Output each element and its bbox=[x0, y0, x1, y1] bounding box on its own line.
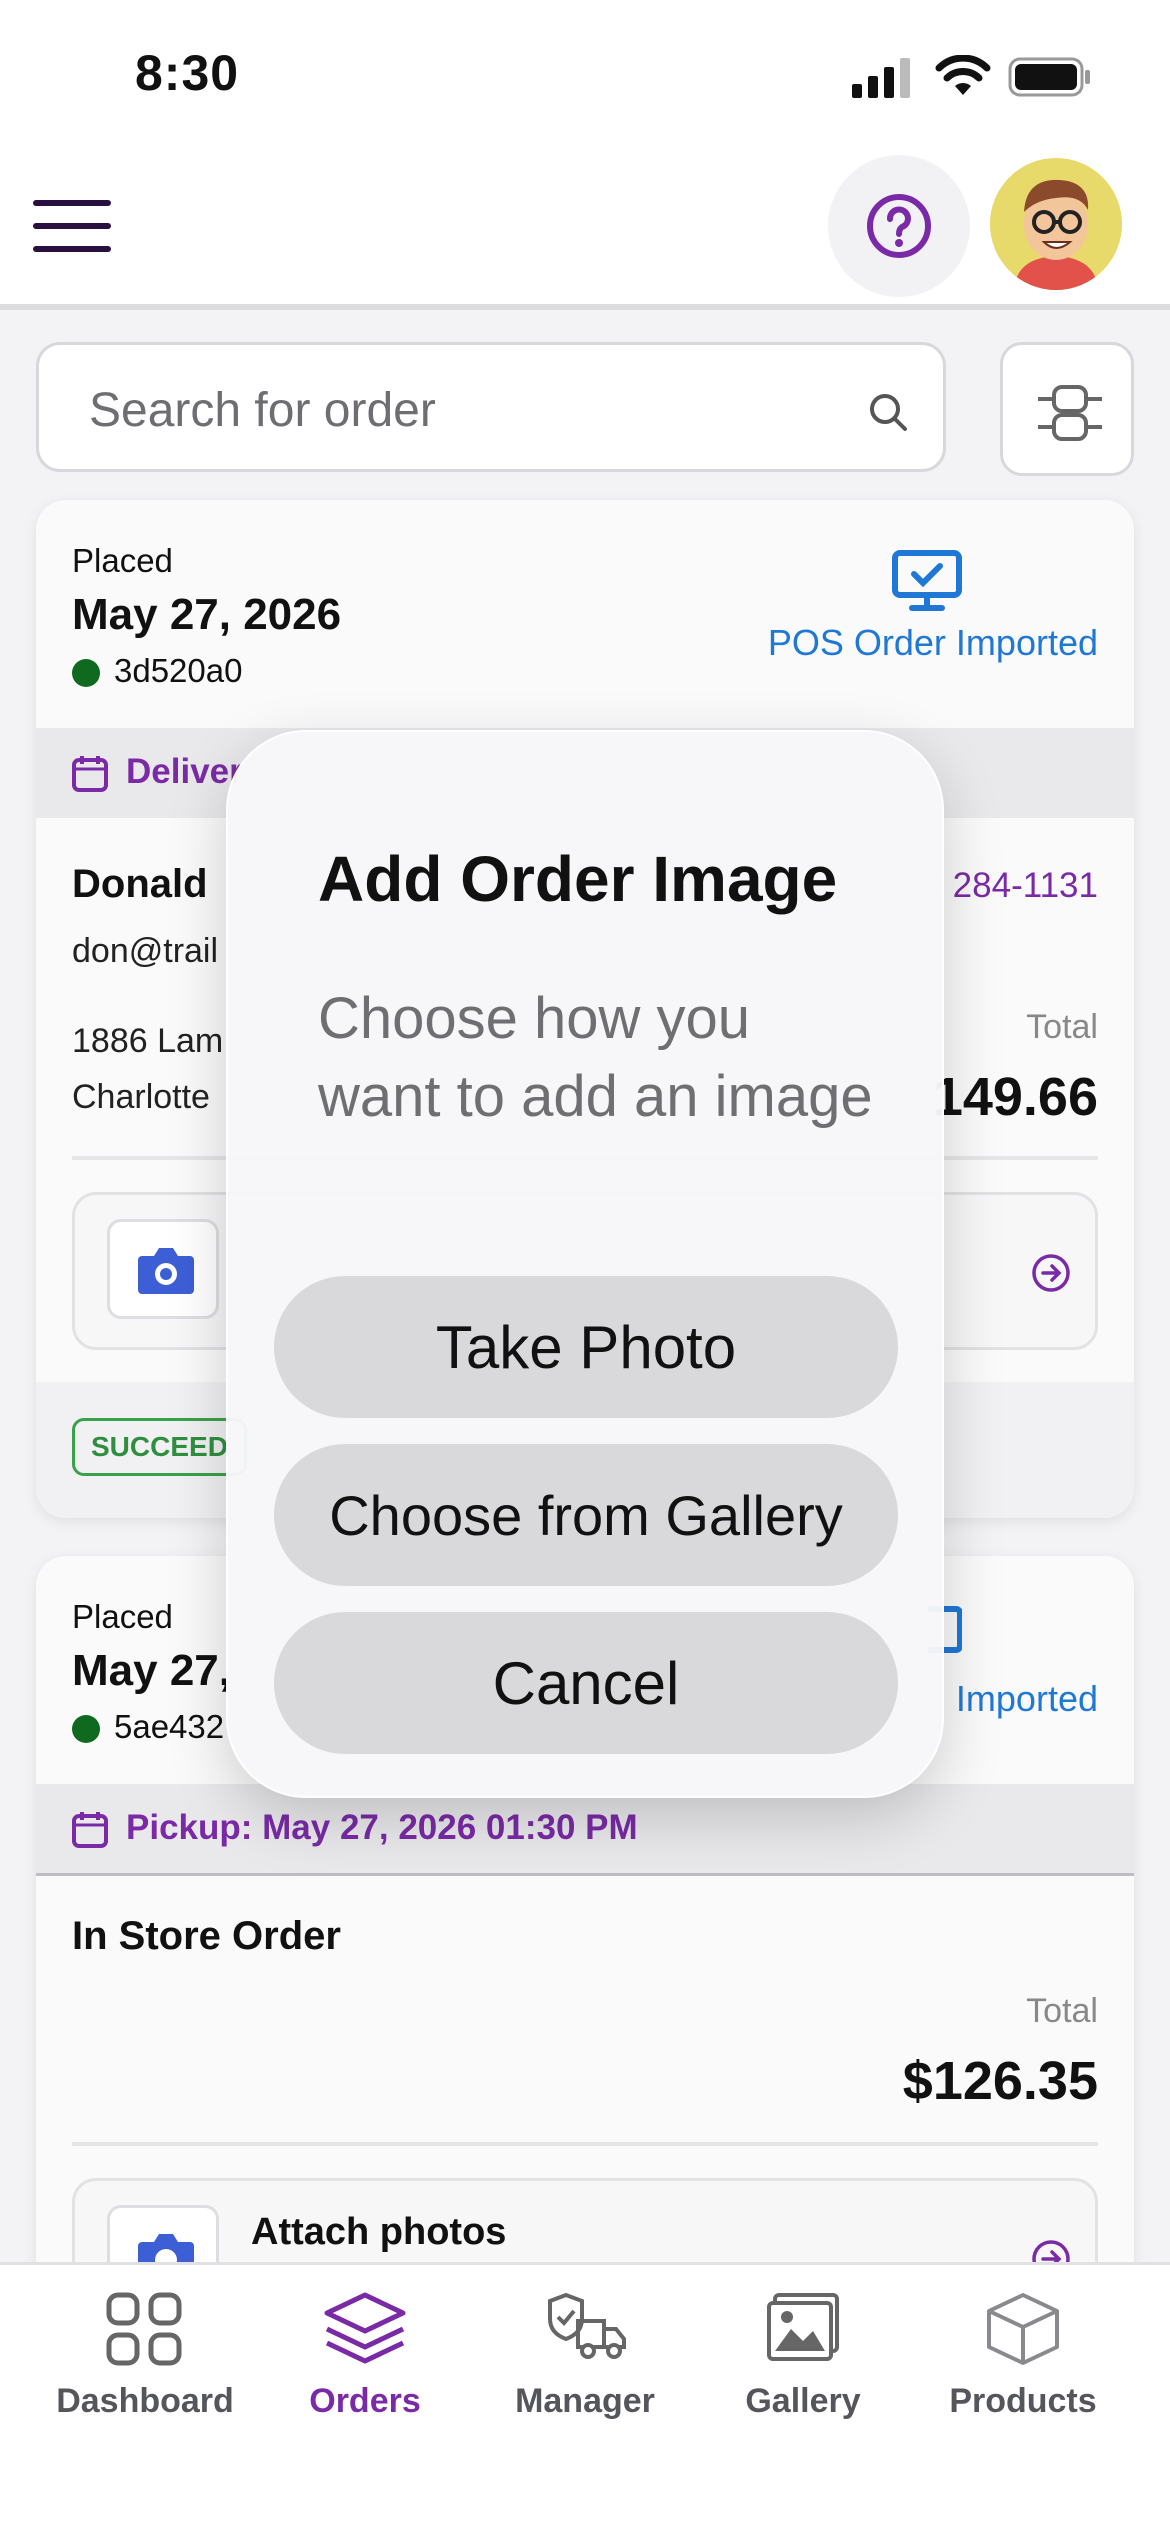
camera-thumb bbox=[107, 1219, 219, 1319]
add-order-image-dialog: Add Order Image Choose how you want to a… bbox=[226, 730, 944, 1798]
cellular-signal-icon bbox=[852, 58, 910, 98]
nav-label: Manager bbox=[515, 2382, 655, 2420]
avatar[interactable] bbox=[990, 158, 1122, 290]
pickup-label: Pickup: May 27, 2026 01:30 PM bbox=[126, 1808, 638, 1847]
nav-products[interactable]: Products bbox=[906, 2291, 1140, 2421]
customer-email: don@trail bbox=[72, 932, 219, 970]
wifi-icon bbox=[935, 55, 991, 95]
arrow-circle-right-icon bbox=[1032, 1254, 1070, 1292]
search-field[interactable]: Search for order bbox=[36, 342, 946, 472]
customer-name: Donald bbox=[72, 862, 208, 906]
cancel-button[interactable]: Cancel bbox=[274, 1612, 898, 1754]
nav-label: Gallery bbox=[745, 2382, 861, 2420]
search-placeholder: Search for order bbox=[89, 384, 436, 437]
status-time: 8:30 bbox=[135, 45, 240, 101]
status-dot bbox=[72, 1715, 100, 1744]
customer-phone[interactable]: 284-1131 bbox=[953, 866, 1098, 906]
nav-gallery[interactable]: Gallery bbox=[686, 2291, 920, 2421]
menu-icon[interactable] bbox=[33, 200, 111, 269]
filter-button[interactable] bbox=[1000, 342, 1134, 476]
layers-icon bbox=[324, 2292, 406, 2364]
pos-imported-label: Imported bbox=[955, 1678, 1098, 1719]
placed-label: Placed bbox=[72, 1598, 173, 1635]
dialog-message: Choose how you want to add an image bbox=[318, 986, 873, 1129]
total-label: Total bbox=[1026, 1992, 1098, 2030]
battery-icon bbox=[1008, 57, 1090, 97]
placed-date: May 27, 2026 bbox=[72, 590, 342, 639]
calendar-icon bbox=[72, 1812, 108, 1848]
avatar-cartoon-icon bbox=[990, 158, 1122, 290]
divider bbox=[72, 2142, 1098, 2146]
filter-sliders-icon bbox=[1038, 385, 1102, 441]
truck-icon bbox=[548, 2292, 626, 2359]
total-label: Total bbox=[1026, 1008, 1098, 1046]
camera-icon bbox=[138, 1248, 194, 1294]
placed-date: May 27, bbox=[72, 1646, 231, 1695]
delivery-label: Deliver bbox=[126, 752, 243, 791]
pos-imported-label: POS Order Imported bbox=[767, 622, 1098, 663]
help-button[interactable] bbox=[828, 155, 970, 297]
nav-orders[interactable]: Orders bbox=[248, 2291, 482, 2421]
total-value: 149.66 bbox=[932, 1067, 1098, 1127]
order-id: 5ae432 bbox=[72, 1708, 224, 1746]
order-id: 3d520a0 bbox=[72, 652, 242, 690]
nav-manager[interactable]: Manager bbox=[468, 2291, 702, 2421]
customer-name: In Store Order bbox=[72, 1914, 341, 1958]
nav-label: Dashboard bbox=[56, 2382, 234, 2420]
placed-label: Placed bbox=[72, 542, 173, 579]
question-circle-icon bbox=[867, 194, 931, 258]
status-badge: SUCCEED bbox=[72, 1418, 247, 1476]
nav-label: Products bbox=[949, 2382, 1097, 2420]
choose-from-gallery-button[interactable]: Choose from Gallery bbox=[274, 1444, 898, 1586]
total-value: $126.35 bbox=[902, 2051, 1098, 2111]
image-icon bbox=[767, 2293, 839, 2361]
status-bar: 8:30 bbox=[0, 0, 1170, 140]
status-dot bbox=[72, 659, 100, 688]
grid-icon bbox=[106, 2292, 182, 2366]
bottom-nav: Dashboard Orders Manager Gallery Product… bbox=[0, 2262, 1170, 2532]
address-line2: Charlotte bbox=[72, 1078, 210, 1116]
address-line1: 1886 Lam bbox=[72, 1022, 224, 1060]
search-icon bbox=[870, 394, 907, 431]
take-photo-button[interactable]: Take Photo bbox=[274, 1276, 898, 1418]
calendar-icon bbox=[72, 756, 108, 792]
box-icon bbox=[987, 2293, 1059, 2365]
nav-label: Orders bbox=[309, 2382, 421, 2420]
nav-dashboard[interactable]: Dashboard bbox=[28, 2291, 262, 2421]
dialog-title: Add Order Image bbox=[318, 843, 838, 915]
attach-photos-label: Attach photos bbox=[251, 2211, 507, 2253]
monitor-check-icon bbox=[892, 550, 962, 611]
